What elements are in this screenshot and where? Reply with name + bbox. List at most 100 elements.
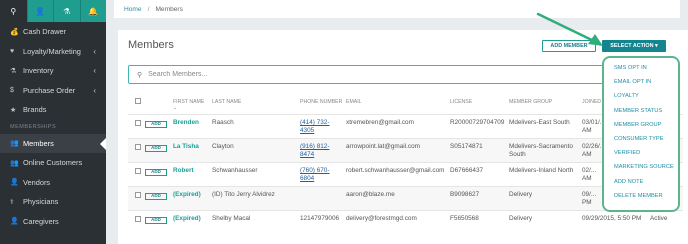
member-group-cell: Delivery	[509, 191, 533, 198]
select-all-checkbox[interactable]	[135, 98, 141, 104]
sidebar-item-label: Purchase Order	[23, 85, 76, 95]
menu-item-loyalty[interactable]: LOYALTY	[604, 89, 678, 103]
first-name-link[interactable]: Robert	[173, 167, 194, 175]
select-action-button[interactable]: SELECT ACTION ▾	[602, 40, 666, 52]
sidebar-item-brands[interactable]: ★ Brands	[0, 100, 106, 120]
add-button[interactable]: ADD	[145, 120, 167, 128]
member-group-cell: Mdelivers-East South	[509, 119, 570, 126]
user-icon: 👤	[10, 218, 19, 226]
user-tab-icon[interactable]: 👤	[26, 0, 53, 22]
joined-cell: 03/01/... AM	[582, 119, 606, 134]
sidebar-section-header: MEMBERSHIPS	[10, 123, 57, 130]
chevron-left-icon: ‹	[93, 66, 96, 76]
row-checkbox[interactable]	[135, 120, 141, 126]
table-row[interactable]: ADD (Expired) Shelby Macal 12147979006 d…	[128, 210, 683, 234]
member-group-cell: Mdelivers-Inland North	[509, 167, 574, 174]
sidebar-item-loyalty[interactable]: ♥ Loyalty/Marketing ‹	[0, 42, 106, 62]
email-cell: robert.schwanhausser@gmail.com	[346, 167, 445, 174]
sidebar-item-label: Loyalty/Marketing	[23, 46, 81, 56]
email-cell: delivery@forestmgd.com	[346, 215, 417, 222]
last-name-cell: Raasch	[212, 119, 234, 126]
header-license[interactable]: LICENSE	[450, 99, 472, 105]
search-icon: ⚲	[137, 71, 143, 79]
flask-icon: ⚗	[10, 67, 17, 75]
first-name-link[interactable]: La Tisha	[173, 143, 199, 151]
menu-item-delete-member[interactable]: DELETE MEMBER	[604, 189, 678, 203]
phone-link[interactable]: (760) 670-6804	[300, 167, 338, 183]
menu-item-member-status[interactable]: MEMBER STATUS	[604, 104, 678, 118]
sidebar-item-label: Inventory	[23, 66, 54, 76]
bell-tab-icon[interactable]: 🔔	[79, 0, 106, 22]
menu-item-email-opt-in[interactable]: EMAIL OPT IN	[604, 75, 678, 89]
header-joined[interactable]: JOINED	[582, 99, 601, 105]
menu-item-member-group[interactable]: MEMBER GROUP	[604, 118, 678, 132]
phone-link[interactable]: (414) 732-4305	[300, 119, 338, 135]
email-cell: arrowpoint.lat@gmail.com	[346, 143, 420, 150]
first-name-link[interactable]: Brenden	[173, 119, 199, 127]
sidebar-item-label: Online Customers	[23, 158, 83, 168]
phone-link[interactable]: (916) 812-8474	[300, 143, 338, 159]
row-checkbox[interactable]	[135, 168, 141, 174]
menu-item-consumer-type[interactable]: CONSUMER TYPE	[604, 132, 678, 146]
table-header: FIRST NAME ⌄ LAST NAME PHONE NUMBER EMAI…	[128, 96, 683, 112]
last-name-cell: (ID) Tito Jerry Alvidrez	[212, 191, 275, 198]
menu-item-sms-opt-in[interactable]: SMS OPT IN	[604, 61, 678, 75]
add-button[interactable]: ADD	[145, 144, 167, 152]
status-cell: Active	[650, 215, 668, 222]
header-member-group[interactable]: MEMBER GROUP	[509, 99, 552, 105]
sidebar-item-label: Physicians	[23, 197, 59, 207]
add-button[interactable]: ADD	[145, 168, 167, 176]
header-first-name[interactable]: FIRST NAME ⌄	[173, 99, 204, 111]
table-row[interactable]: ADD La Tisha Clayton (916) 812-8474 arro…	[128, 138, 683, 162]
table-row[interactable]: ADD Brenden Raasch (414) 732-4305 xtreme…	[128, 114, 683, 138]
row-checkbox[interactable]	[135, 216, 141, 222]
breadcrumb-separator: /	[147, 5, 150, 13]
row-checkbox[interactable]	[135, 144, 141, 150]
header-last-name[interactable]: LAST NAME	[212, 99, 241, 105]
sidebar-item-online-customers[interactable]: 👥 Online Customers	[0, 153, 106, 173]
breadcrumb-home-link[interactable]: Home	[124, 6, 142, 13]
first-name-link[interactable]: (Expired)	[173, 215, 201, 223]
chevron-left-icon: ‹	[93, 85, 96, 95]
last-name-cell: Clayton	[212, 143, 234, 150]
sidebar-item-purchase-order[interactable]: $ Purchase Order ‹	[0, 81, 106, 101]
sidebar-item-physicians[interactable]: ⚕ Physicians	[0, 192, 106, 212]
last-name-cell: Shelby Macal	[212, 215, 251, 222]
add-button[interactable]: ADD	[145, 192, 167, 200]
star-icon: ★	[10, 106, 17, 114]
member-group-cell: Mdelivers-Sacramento South	[509, 143, 573, 158]
header-phone[interactable]: PHONE NUMBER	[300, 99, 342, 105]
license-cell: S05174871	[450, 143, 483, 150]
sidebar-item-label: Members	[23, 138, 54, 148]
license-cell: R20000729704709	[450, 119, 505, 126]
menu-item-add-note[interactable]: ADD NOTE	[604, 175, 678, 189]
search-tab-icon[interactable]: ⚲	[0, 0, 27, 22]
header-email[interactable]: EMAIL	[346, 99, 362, 105]
sidebar-item-inventory[interactable]: ⚗ Inventory ‹	[0, 61, 106, 81]
table-row[interactable]: ADD Robert Schwanhausser (760) 670-6804 …	[128, 162, 683, 186]
row-checkbox[interactable]	[135, 192, 141, 198]
sidebar-item-vendors[interactable]: 👤 Vendors	[0, 173, 106, 193]
users-icon: 👥	[10, 140, 19, 148]
breadcrumb: Home / Members	[114, 0, 680, 18]
medical-icon: ⚕	[10, 198, 14, 206]
search-input[interactable]	[148, 71, 629, 78]
first-name-link[interactable]: (Expired)	[173, 191, 201, 199]
breadcrumb-current: Members	[155, 5, 183, 13]
search-bar: ⚲	[128, 65, 671, 84]
sidebar-item-cash-drawer[interactable]: 💰 Cash Drawer	[0, 22, 106, 42]
sidebar: ⚲ 👤 ⚗ 🔔 💰 Cash Drawer ♥ Loyalty/Marketin…	[0, 0, 106, 244]
add-member-button[interactable]: ADD MEMBER	[542, 40, 596, 52]
joined-cell: 02/... AM	[582, 167, 597, 182]
email-cell: aaron@blaze.me	[346, 191, 395, 198]
joined-cell: 09/... PM	[582, 191, 597, 206]
page-title: Members	[128, 39, 174, 51]
menu-item-marketing-source[interactable]: MARKETING SOURCE	[604, 160, 678, 174]
menu-item-verified[interactable]: VERIFIED	[604, 146, 678, 160]
sidebar-item-members[interactable]: 👥 Members	[0, 133, 106, 153]
sidebar-item-caregivers[interactable]: 👤 Caregivers	[0, 212, 106, 232]
table-row[interactable]: ADD (Expired) (ID) Tito Jerry Alvidrez a…	[128, 186, 683, 210]
flask-tab-icon[interactable]: ⚗	[53, 0, 80, 22]
add-button[interactable]: ADD	[145, 216, 167, 224]
sidebar-nav: 💰 Cash Drawer ♥ Loyalty/Marketing ‹ ⚗ In…	[0, 22, 106, 231]
